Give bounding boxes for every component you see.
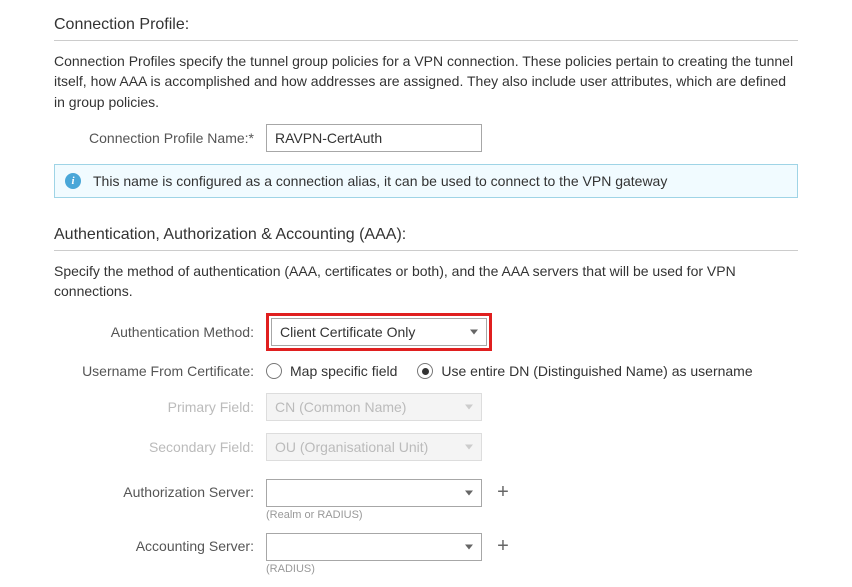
- primary-field-label: Primary Field:: [54, 399, 266, 415]
- accounting-server-label: Accounting Server:: [54, 533, 266, 554]
- chevron-down-icon: [465, 404, 473, 409]
- info-box: i This name is configured as a connectio…: [54, 164, 798, 198]
- divider: [54, 250, 798, 251]
- authentication-method-label: Authentication Method:: [54, 324, 266, 340]
- aaa-description: Specify the method of authentication (AA…: [54, 261, 798, 302]
- authorization-server-help: (Realm or RADIUS): [266, 509, 514, 521]
- chevron-down-icon: [470, 330, 478, 335]
- secondary-field-value: OU (Organisational Unit): [275, 439, 428, 455]
- chevron-down-icon: [465, 544, 473, 549]
- accounting-server-help: (RADIUS): [266, 563, 514, 575]
- authorization-server-label: Authorization Server:: [54, 479, 266, 500]
- accounting-server-select[interactable]: [266, 533, 482, 561]
- connection-profile-description: Connection Profiles specify the tunnel g…: [54, 51, 798, 112]
- add-accounting-server-button[interactable]: +: [492, 536, 514, 558]
- authentication-method-select[interactable]: Client Certificate Only: [271, 318, 487, 346]
- connection-profile-name-input[interactable]: [266, 124, 482, 152]
- authentication-method-highlight: Client Certificate Only: [266, 313, 492, 351]
- chevron-down-icon: [465, 444, 473, 449]
- authorization-server-select[interactable]: [266, 479, 482, 507]
- primary-field-select: CN (Common Name): [266, 393, 482, 421]
- connection-profile-name-label: Connection Profile Name:*: [54, 130, 266, 146]
- authentication-method-value: Client Certificate Only: [280, 324, 415, 340]
- username-from-cert-label: Username From Certificate:: [54, 363, 266, 381]
- info-icon: i: [65, 173, 81, 189]
- secondary-field-select: OU (Organisational Unit): [266, 433, 482, 461]
- add-authorization-server-button[interactable]: +: [492, 482, 514, 504]
- info-text: This name is configured as a connection …: [93, 173, 667, 189]
- radio-map-specific-field-label[interactable]: Map specific field: [290, 363, 397, 379]
- radio-use-entire-dn[interactable]: [417, 363, 433, 379]
- chevron-down-icon: [465, 490, 473, 495]
- connection-profile-title: Connection Profile:: [54, 10, 798, 34]
- secondary-field-label: Secondary Field:: [54, 439, 266, 455]
- divider: [54, 40, 798, 41]
- primary-field-value: CN (Common Name): [275, 399, 406, 415]
- radio-use-entire-dn-label[interactable]: Use entire DN (Distinguished Name) as us…: [441, 363, 752, 379]
- aaa-title: Authentication, Authorization & Accounti…: [54, 220, 798, 244]
- radio-map-specific-field[interactable]: [266, 363, 282, 379]
